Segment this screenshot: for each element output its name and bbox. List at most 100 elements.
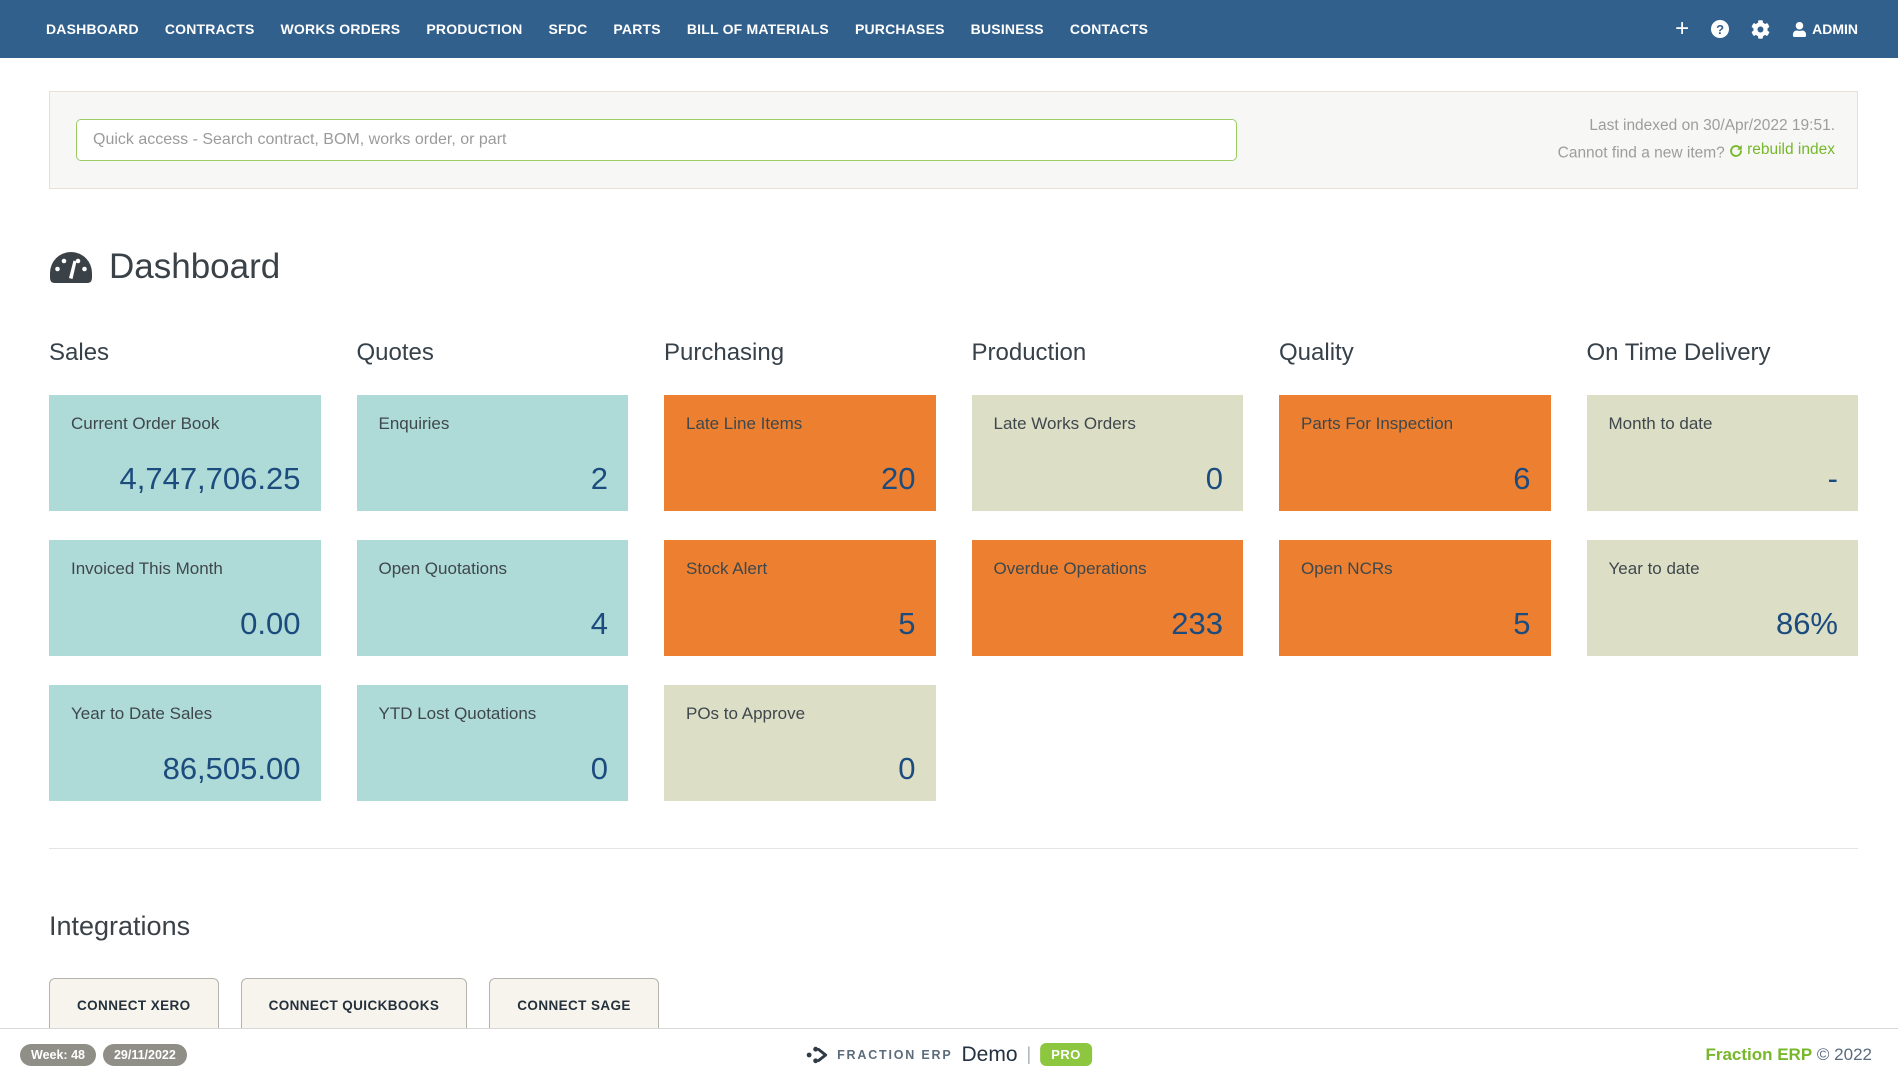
stat-column-title: Quotes [357, 339, 629, 367]
stat-card-year-to-date-sales[interactable]: Year to Date Sales 86,505.00 [49, 685, 321, 801]
stat-card-label: Open NCRs [1301, 559, 1531, 579]
stat-card-label: POs to Approve [686, 704, 916, 724]
gear-icon[interactable] [1751, 20, 1770, 39]
stat-card-label: Current Order Book [71, 414, 301, 434]
stat-card-label: Year to Date Sales [71, 704, 301, 724]
brand-demo-label: Demo [961, 1043, 1017, 1067]
stat-column-sales: Sales Current Order Book 4,747,706.25 In… [49, 339, 321, 830]
copyright-year: © 2022 [1817, 1045, 1872, 1064]
stat-card-value: 4 [379, 606, 609, 642]
stat-card-enquiries[interactable]: Enquiries 2 [357, 395, 629, 511]
stat-column-quality: Quality Parts For Inspection 6 Open NCRs… [1279, 339, 1551, 830]
stat-column-on-time-delivery: On Time Delivery Month to date - Year to… [1587, 339, 1859, 830]
stat-card-label: Enquiries [379, 414, 609, 434]
help-icon[interactable]: ? [1711, 20, 1729, 38]
add-icon[interactable]: + [1675, 17, 1689, 41]
stat-card-value: 0 [686, 751, 916, 787]
stat-card-label: Year to date [1609, 559, 1839, 579]
nav-menu: DASHBOARD CONTRACTS WORKS ORDERS PRODUCT… [46, 21, 1148, 37]
footer-brand: FRACTION ERP Demo | PRO [806, 1043, 1092, 1067]
section-divider [49, 848, 1858, 849]
admin-menu[interactable]: ADMIN [1792, 21, 1858, 37]
nav-item-bill-of-materials[interactable]: BILL OF MATERIALS [687, 21, 829, 37]
stat-card-invoiced-this-month[interactable]: Invoiced This Month 0.00 [49, 540, 321, 656]
nav-right-cluster: + ? ADMIN [1675, 17, 1858, 41]
nav-item-sfdc[interactable]: SFDC [548, 21, 587, 37]
nav-item-contracts[interactable]: CONTRACTS [165, 21, 255, 37]
stat-card-label: Stock Alert [686, 559, 916, 579]
last-indexed-text: Last indexed on 30/Apr/2022 19:51. [1558, 114, 1835, 139]
dashboard-gauge-icon [49, 251, 93, 284]
nav-item-purchases[interactable]: PURCHASES [855, 21, 945, 37]
page-title: Dashboard [109, 247, 280, 287]
brand-name-small: FRACTION ERP [837, 1048, 952, 1062]
stat-card-value: 86,505.00 [71, 751, 301, 787]
page-title-row: Dashboard [49, 247, 1849, 287]
stat-card-late-line-items[interactable]: Late Line Items 20 [664, 395, 936, 511]
nav-item-production[interactable]: PRODUCTION [426, 21, 522, 37]
quick-access-panel: Last indexed on 30/Apr/2022 19:51. Canno… [49, 91, 1858, 189]
stat-column-title: Purchasing [664, 339, 936, 367]
stat-card-value: 0 [379, 751, 609, 787]
stat-card-current-order-book[interactable]: Current Order Book 4,747,706.25 [49, 395, 321, 511]
stat-column-production: Production Late Works Orders 0 Overdue O… [972, 339, 1244, 830]
stat-column-title: On Time Delivery [1587, 339, 1859, 367]
footer-copyright: Fraction ERP © 2022 [1705, 1045, 1872, 1065]
rebuild-index-link[interactable]: rebuild index [1729, 138, 1835, 163]
stat-card-value: 2 [379, 461, 609, 497]
stat-card-overdue-operations[interactable]: Overdue Operations 233 [972, 540, 1244, 656]
stat-card-label: Month to date [1609, 414, 1839, 434]
pro-badge: PRO [1040, 1043, 1092, 1066]
stat-column-quotes: Quotes Enquiries 2 Open Quotations 4 YTD… [357, 339, 629, 830]
stat-card-ytd-lost-quotations[interactable]: YTD Lost Quotations 0 [357, 685, 629, 801]
stat-card-label: Overdue Operations [994, 559, 1224, 579]
nav-item-contacts[interactable]: CONTACTS [1070, 21, 1148, 37]
stat-column-purchasing: Purchasing Late Line Items 20 Stock Aler… [664, 339, 936, 830]
brand-separator: | [1027, 1044, 1032, 1065]
stats-grid: Sales Current Order Book 4,747,706.25 In… [49, 339, 1858, 830]
stat-card-value: 4,747,706.25 [71, 461, 301, 497]
nav-item-parts[interactable]: PARTS [613, 21, 660, 37]
stat-column-title: Quality [1279, 339, 1551, 367]
stat-card-stock-alert[interactable]: Stock Alert 5 [664, 540, 936, 656]
nav-item-dashboard[interactable]: DASHBOARD [46, 21, 139, 37]
search-input[interactable] [76, 119, 1237, 161]
stat-card-value: 0.00 [71, 606, 301, 642]
stat-card-label: Late Line Items [686, 414, 916, 434]
stat-card-late-works-orders[interactable]: Late Works Orders 0 [972, 395, 1244, 511]
stat-card-label: Open Quotations [379, 559, 609, 579]
footer: Week: 48 29/11/2022 FRACTION ERP Demo | … [0, 1028, 1898, 1080]
stat-card-month-to-date[interactable]: Month to date - [1587, 395, 1859, 511]
integrations-title: Integrations [49, 911, 1849, 942]
stat-card-open-quotations[interactable]: Open Quotations 4 [357, 540, 629, 656]
stat-card-pos-to-approve[interactable]: POs to Approve 0 [664, 685, 936, 801]
copyright-brand: Fraction ERP [1705, 1045, 1812, 1064]
stat-card-value: 5 [1301, 606, 1531, 642]
stat-card-value: 0 [994, 461, 1224, 497]
stat-card-year-to-date[interactable]: Year to date 86% [1587, 540, 1859, 656]
stat-column-title: Sales [49, 339, 321, 367]
nav-item-business[interactable]: BUSINESS [971, 21, 1044, 37]
stat-card-label: YTD Lost Quotations [379, 704, 609, 724]
stat-card-value: 86% [1609, 606, 1839, 642]
stat-card-value: 5 [686, 606, 916, 642]
date-badge: 29/11/2022 [103, 1044, 187, 1066]
fraction-erp-logo-icon [806, 1046, 828, 1064]
stat-card-open-ncrs[interactable]: Open NCRs 5 [1279, 540, 1551, 656]
integrations-section: Integrations CONNECT XERO CONNECT QUICKB… [49, 911, 1849, 1044]
stat-card-label: Parts For Inspection [1301, 414, 1531, 434]
admin-label: ADMIN [1812, 21, 1858, 37]
stat-column-title: Production [972, 339, 1244, 367]
stat-card-label: Late Works Orders [994, 414, 1224, 434]
nav-item-works-orders[interactable]: WORKS ORDERS [281, 21, 401, 37]
stat-card-parts-for-inspection[interactable]: Parts For Inspection 6 [1279, 395, 1551, 511]
top-navigation-bar: DASHBOARD CONTRACTS WORKS ORDERS PRODUCT… [0, 0, 1898, 58]
week-badge: Week: 48 [20, 1044, 96, 1066]
refresh-icon [1729, 144, 1743, 158]
footer-badges: Week: 48 29/11/2022 [20, 1044, 187, 1066]
user-icon [1792, 22, 1807, 37]
stat-card-label: Invoiced This Month [71, 559, 301, 579]
stat-card-value: 233 [994, 606, 1224, 642]
stat-card-value: 6 [1301, 461, 1531, 497]
index-info: Last indexed on 30/Apr/2022 19:51. Canno… [1558, 114, 1835, 167]
